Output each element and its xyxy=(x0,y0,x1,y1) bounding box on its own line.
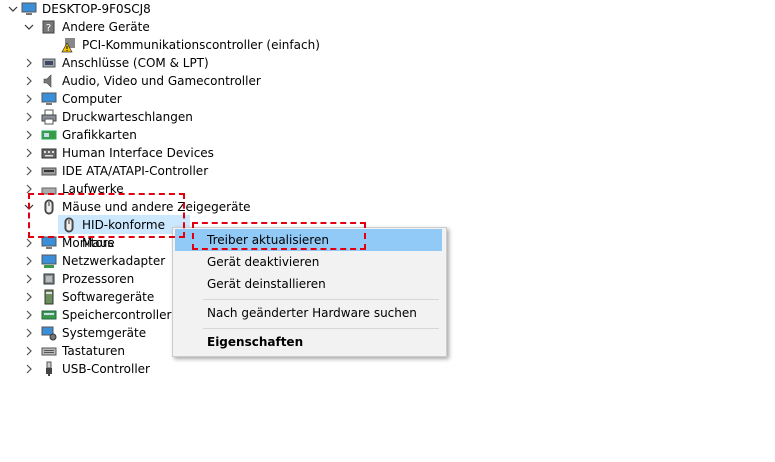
network-adapter-icon xyxy=(40,252,58,270)
unknown-device-icon: ? xyxy=(40,18,58,36)
svg-text:?: ? xyxy=(46,23,51,34)
tree-node-prozessoren[interactable]: Prozessoren xyxy=(62,270,134,288)
monitor-icon xyxy=(40,90,58,108)
software-device-icon xyxy=(40,288,58,306)
printer-icon xyxy=(40,108,58,126)
usb-icon xyxy=(40,360,58,378)
tree-node-hid[interactable]: Human Interface Devices xyxy=(62,144,214,162)
computer-icon xyxy=(20,0,38,18)
system-device-icon xyxy=(40,324,58,342)
collapse-chevron-icon[interactable] xyxy=(6,0,20,18)
expand-chevron-icon[interactable] xyxy=(22,108,36,126)
tree-node-anschluesse[interactable]: Anschlüsse (COM & LPT) xyxy=(62,54,209,72)
menu-item-hardware-suchen[interactable]: Nach geänderter Hardware suchen xyxy=(175,302,442,324)
display-adapter-icon xyxy=(40,126,58,144)
tree-node-computer[interactable]: Computer xyxy=(62,90,122,108)
tree-node-druckwarteschlangen[interactable]: Druckwarteschlangen xyxy=(62,108,193,126)
tree-node-tastaturen[interactable]: Tastaturen xyxy=(62,342,125,360)
tree-node-grafikkarten[interactable]: Grafikkarten xyxy=(62,126,137,144)
tree-node-speichercontroller[interactable]: Speichercontroller xyxy=(62,306,171,324)
annotation-box-mouse-category xyxy=(28,193,185,238)
expand-chevron-icon[interactable] xyxy=(22,342,36,360)
annotation-box-update-driver xyxy=(192,222,366,250)
menu-item-label: Gerät deaktivieren xyxy=(207,255,320,269)
menu-item-label: Gerät deinstallieren xyxy=(207,277,326,291)
tree-node-audio[interactable]: Audio, Video und Gamecontroller xyxy=(62,72,261,90)
keyboard-icon xyxy=(40,342,58,360)
speaker-icon xyxy=(40,72,58,90)
menu-item-geraet-deaktivieren[interactable]: Gerät deaktivieren xyxy=(175,251,442,273)
expand-chevron-icon[interactable] xyxy=(22,72,36,90)
expand-chevron-icon[interactable] xyxy=(22,162,36,180)
tree-node-pci-controller[interactable]: PCI-Kommunikationscontroller (einfach) xyxy=(82,36,320,54)
expand-chevron-icon[interactable] xyxy=(22,324,36,342)
expand-chevron-icon[interactable] xyxy=(22,252,36,270)
tree-node-andere-geraete[interactable]: Andere Geräte xyxy=(62,18,150,36)
expand-chevron-icon[interactable] xyxy=(22,90,36,108)
menu-separator xyxy=(203,299,439,300)
processor-icon xyxy=(40,270,58,288)
expand-chevron-icon[interactable] xyxy=(22,54,36,72)
expand-chevron-icon[interactable] xyxy=(22,270,36,288)
ide-controller-icon xyxy=(40,162,58,180)
tree-node-usb-controller[interactable]: USB-Controller xyxy=(62,360,150,378)
expand-chevron-icon[interactable] xyxy=(22,360,36,378)
expand-chevron-icon[interactable] xyxy=(22,126,36,144)
hid-icon xyxy=(40,144,58,162)
tree-root-label[interactable]: DESKTOP-9F0SCJ8 xyxy=(42,0,151,18)
menu-item-label: Eigenschaften xyxy=(207,335,304,349)
tree-node-ide[interactable]: IDE ATA/ATAPI-Controller xyxy=(62,162,208,180)
collapse-chevron-icon[interactable] xyxy=(22,18,36,36)
tree-node-netzwerkadapter[interactable]: Netzwerkadapter xyxy=(62,252,165,270)
menu-item-eigenschaften[interactable]: Eigenschaften xyxy=(175,331,442,353)
expand-chevron-icon[interactable] xyxy=(22,288,36,306)
expand-chevron-icon[interactable] xyxy=(22,306,36,324)
menu-item-geraet-deinstallieren[interactable]: Gerät deinstallieren xyxy=(175,273,442,295)
storage-controller-icon xyxy=(40,306,58,324)
menu-item-label: Nach geänderter Hardware suchen xyxy=(207,306,417,320)
menu-separator xyxy=(203,328,439,329)
tree-node-systemgeraete[interactable]: Systemgeräte xyxy=(62,324,146,342)
expand-chevron-icon[interactable] xyxy=(22,144,36,162)
tree-node-softwaregeraete[interactable]: Softwaregeräte xyxy=(62,288,154,306)
port-icon xyxy=(40,54,58,72)
warning-device-icon xyxy=(60,36,78,54)
